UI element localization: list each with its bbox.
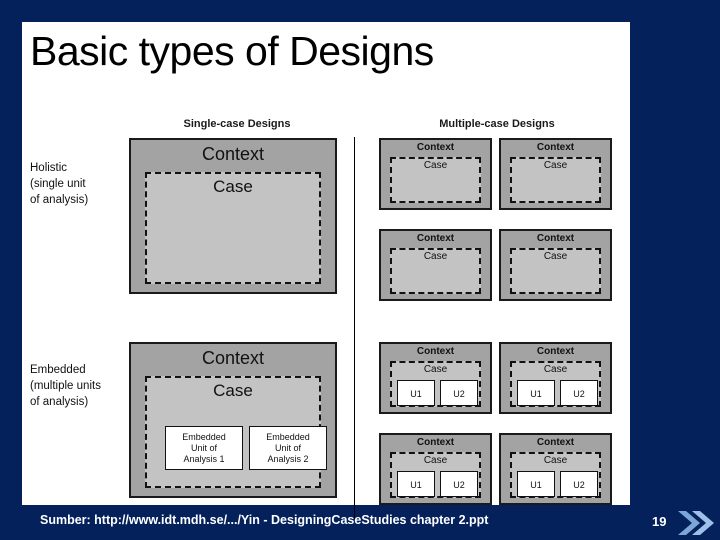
row-label-embedded: Embedded (multiple units of analysis) [30, 362, 130, 410]
multiple-case-holistic-box-3: Context Case [379, 229, 492, 301]
row-label-holistic-line1: Holistic [30, 162, 68, 174]
unit-box-u1: U1 [517, 380, 555, 406]
case-box: Case [390, 157, 481, 203]
multiple-case-holistic-box-4: Context Case [499, 229, 612, 301]
case-label: Case [423, 251, 448, 262]
context-label: Context [416, 233, 455, 244]
designs-diagram: Single-case Designs Multiple-case Design… [22, 92, 630, 519]
unit-box-u1: U1 [397, 380, 435, 406]
embedded-unit-box-2: Embedded Unit of Analysis 2 [249, 426, 327, 470]
holistic-single-case-case-box: Case [145, 172, 321, 284]
row-label-holistic-line3: of analysis) [30, 194, 89, 206]
case-box: Case U1 U2 [510, 361, 601, 407]
source-citation: Sumber: http://www.idt.mdh.se/.../Yin - … [40, 513, 489, 527]
unit-box-u2: U2 [440, 380, 478, 406]
embedded-single-case-context-box: Context Case Embedded Unit of Analysis 1… [129, 342, 337, 498]
context-label: Context [201, 144, 265, 164]
holistic-single-case-context-box: Context Case [129, 138, 337, 294]
context-label: Context [416, 346, 455, 357]
context-label: Context [536, 346, 575, 357]
unit-box-u2: U2 [560, 471, 598, 497]
context-label: Context [536, 233, 575, 244]
case-box: Case U1 U2 [510, 452, 601, 498]
embedded-unit-1-line1: Embedded [182, 432, 226, 442]
embedded-unit-2-line2: Unit of [274, 443, 301, 453]
double-chevron-right-icon[interactable] [676, 509, 714, 537]
context-label: Context [416, 437, 455, 448]
column-divider [354, 137, 355, 519]
row-label-embedded-line2: (multiple units [30, 380, 101, 392]
unit-box-u1: U1 [397, 471, 435, 497]
row-label-embedded-line3: of analysis) [30, 396, 89, 408]
case-label: Case [213, 177, 253, 196]
multiple-case-embedded-box-4: Context Case U1 U2 [499, 433, 612, 505]
context-label: Context [201, 348, 265, 368]
case-box: Case [510, 248, 601, 294]
slide-footer: Sumber: http://www.idt.mdh.se/.../Yin - … [0, 505, 720, 540]
embedded-unit-box-1: Embedded Unit of Analysis 1 [165, 426, 243, 470]
multiple-case-embedded-box-3: Context Case U1 U2 [379, 433, 492, 505]
embedded-unit-1-line3: Analysis 1 [183, 454, 225, 464]
case-label: Case [543, 160, 568, 171]
context-label: Context [536, 437, 575, 448]
slide-card: Basic types of Designs Single-case Desig… [22, 22, 630, 519]
case-label: Case [423, 160, 448, 171]
case-box: Case [510, 157, 601, 203]
unit-box-u1: U1 [517, 471, 555, 497]
case-box: Case [390, 248, 481, 294]
embedded-unit-1-line2: Unit of [190, 443, 217, 453]
row-label-holistic-line2: (single unit [30, 178, 86, 190]
page-number: 19 [652, 514, 667, 529]
multiple-case-holistic-box-2: Context Case [499, 138, 612, 210]
multiple-case-holistic-box-1: Context Case [379, 138, 492, 210]
case-label: Case [213, 381, 253, 400]
row-label-holistic: Holistic (single unit of analysis) [30, 160, 125, 208]
context-label: Context [416, 142, 455, 153]
case-label: Case [543, 364, 568, 375]
row-label-embedded-line1: Embedded [30, 364, 86, 376]
page-title: Basic types of Designs [30, 28, 434, 74]
embedded-unit-2-line3: Analysis 2 [267, 454, 309, 464]
case-box: Case U1 U2 [390, 361, 481, 407]
case-label: Case [423, 455, 448, 466]
unit-box-u2: U2 [440, 471, 478, 497]
case-box: Case U1 U2 [390, 452, 481, 498]
multiple-case-embedded-box-1: Context Case U1 U2 [379, 342, 492, 414]
case-label: Case [543, 251, 568, 262]
embedded-unit-2-line1: Embedded [266, 432, 310, 442]
case-label: Case [543, 455, 568, 466]
unit-box-u2: U2 [560, 380, 598, 406]
column-header-multiple-case: Multiple-case Designs [439, 118, 555, 130]
multiple-case-embedded-box-2: Context Case U1 U2 [499, 342, 612, 414]
column-header-single-case: Single-case Designs [183, 118, 291, 130]
case-label: Case [423, 364, 448, 375]
embedded-single-case-case-box: Case Embedded Unit of Analysis 1 Embedde… [145, 376, 327, 488]
context-label: Context [536, 142, 575, 153]
